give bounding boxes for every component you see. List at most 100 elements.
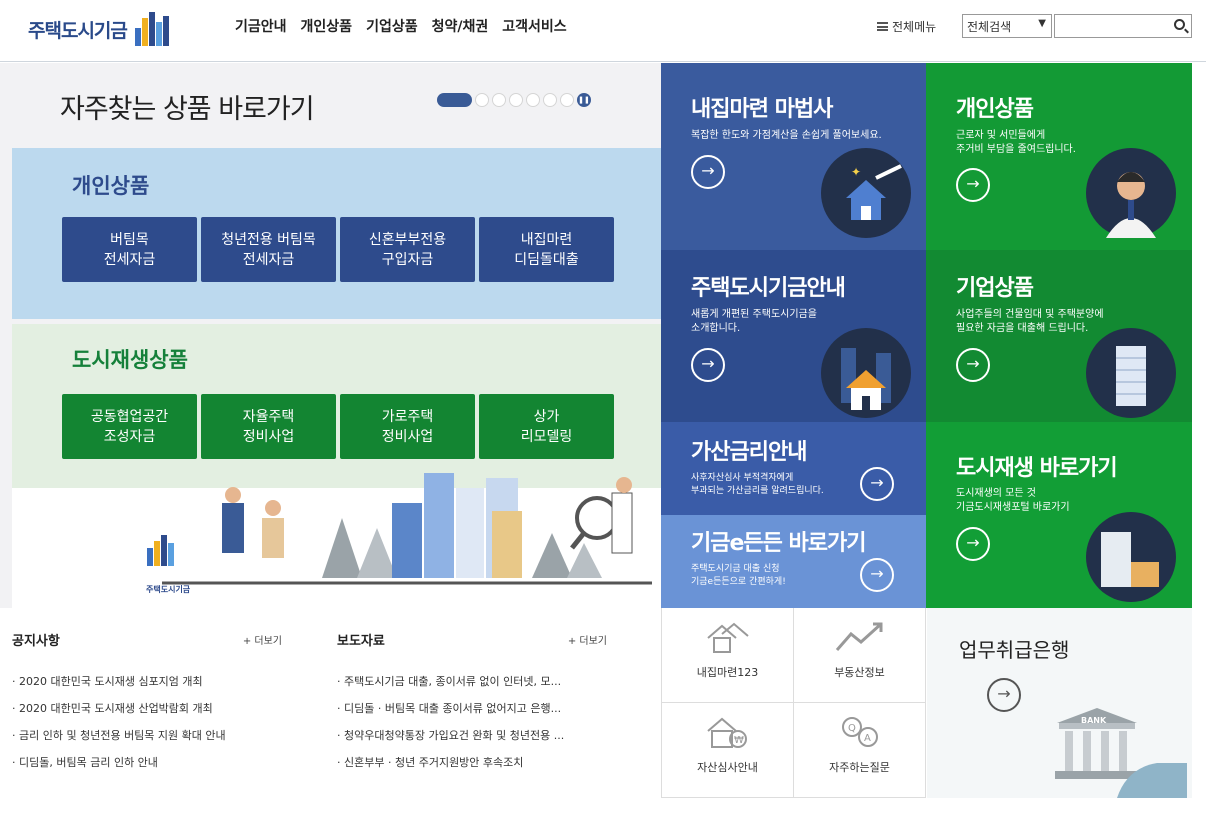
pause-icon[interactable]: ❚❚ [577, 93, 591, 107]
product-button[interactable]: 공동협업공간 조성자금 [62, 394, 197, 459]
pager-dot[interactable] [543, 93, 557, 107]
search-icon[interactable] [1174, 19, 1185, 30]
tile-personal-products[interactable]: 개인상품 근로자 및 서민들에게 주거비 부담을 줄여드립니다. → [926, 63, 1192, 250]
arrow-right-icon[interactable]: → [956, 168, 990, 202]
quick-links: 내집마련123 부동산정보 ₩ 자산심사안내 QA 자주하는질문 [661, 608, 926, 798]
tile-additional-rate[interactable]: 가산금리안내 사후자산심사 부적격자에게 부과되는 가산금리를 알려드립니다. → [661, 422, 926, 515]
money-house-icon: ₩ [706, 717, 747, 748]
search-input[interactable] [1054, 14, 1192, 38]
quick-label: 자주하는질문 [829, 761, 890, 774]
favorites-section: 자주찾는 상품 바로가기 ❚❚ 개인상품 버팀목 전세자금 청년전용 버팀목 전세자… [0, 63, 661, 608]
tile-desc: 도시재생의 모든 것 기금도시재생포털 바로가기 [956, 487, 1070, 515]
logo-text: 주택도시기금 [28, 19, 128, 42]
tile-corporate-products[interactable]: 기업상품 사업주들의 건물임대 및 주택분양에 필요한 자금을 대출해 드립니다.… [926, 250, 1192, 422]
tile-fund-guide[interactable]: 주택도시기금안내 새롭게 개편된 주택도시기금을 소개합니다. → [661, 250, 926, 422]
nav-personal[interactable]: 개인상품 [301, 16, 353, 36]
notice-more-link[interactable]: + 더보기 [243, 632, 282, 647]
pager-dot[interactable] [526, 93, 540, 107]
arrow-right-icon[interactable]: → [691, 155, 725, 189]
product-button[interactable]: 신혼부부전용구입자금 [340, 217, 475, 282]
nav-customer[interactable]: 고객서비스 [502, 16, 566, 36]
tile-title: 내집마련 마법사 [691, 97, 833, 122]
all-menu-button[interactable]: 전체메뉴 [877, 18, 936, 35]
tile-desc-line: 필요한 자금을 대출해 드립니다. [956, 323, 1089, 334]
svg-text:₩: ₩ [734, 735, 744, 746]
tile-title: 기금e든든 바로가기 [691, 531, 867, 556]
tile-desc-line: 사업주들의 건물임대 및 주택분양에 [956, 309, 1104, 320]
product-button[interactable]: 자율주택정비사업 [201, 394, 336, 459]
regeneration-building-icon [1086, 512, 1176, 602]
nav-subscription[interactable]: 청약/채권 [432, 16, 489, 36]
quick-faq[interactable]: QA 자주하는질문 [794, 703, 926, 798]
quick-real-estate[interactable]: 부동산정보 [794, 608, 926, 703]
tile-desc-line: 근로자 및 서민들에게 [956, 130, 1046, 141]
list-item[interactable]: 디딤돌 · 버팀목 대출 종이서류 없어지고 은행... [337, 700, 607, 727]
product-label: 버팀목 [110, 231, 149, 248]
product-label: 상가 [533, 408, 560, 425]
tile-desc-line: 도시재생의 모든 것 [956, 488, 1036, 499]
svg-text:Q: Q [848, 723, 856, 734]
nav-corporate[interactable]: 기업상품 [366, 16, 418, 36]
partner-banks-panel[interactable]: 업무취급은행 → BANK [927, 608, 1192, 798]
arrow-right-icon[interactable]: → [956, 348, 990, 382]
list-item[interactable]: 금리 인하 및 청년전용 버팀목 지원 확대 안내 [12, 727, 302, 754]
list-item[interactable]: 2020 대한민국 도시재생 심포지엄 개최 [12, 673, 302, 700]
quick-label: 내집마련123 [696, 666, 759, 679]
product-label: 전세자금 [242, 251, 295, 268]
site-logo[interactable]: 주택도시기금 [28, 12, 171, 46]
notice-list: 2020 대한민국 도시재생 심포지엄 개최 2020 대한민국 도시재생 산업… [12, 673, 302, 781]
pager-dot[interactable] [475, 93, 489, 107]
tile-desc-line: 새롭게 개편된 주택도시기금을 [691, 309, 817, 320]
product-label: 정비사업 [242, 428, 295, 445]
arrow-right-icon[interactable]: → [987, 678, 1021, 712]
list-item[interactable]: 2020 대한민국 도시재생 산업박람회 개최 [12, 700, 302, 727]
list-item[interactable]: 디딤돌, 버팀목 금리 인하 안내 [12, 754, 302, 781]
svg-text:A: A [864, 733, 871, 744]
tile-urban-regeneration[interactable]: 도시재생 바로가기 도시재생의 모든 것 기금도시재생포털 바로가기 → [926, 422, 1192, 608]
pager-dot[interactable] [509, 93, 523, 107]
product-label: 청년전용 버팀목 [221, 231, 316, 248]
quick-home123[interactable]: 내집마련123 [662, 608, 794, 703]
tile-desc: 복잡한 한도와 가점계산을 손쉽게 풀어보세요. [691, 130, 882, 141]
city-illustration [12, 473, 661, 608]
product-label: 조성자금 [103, 428, 156, 445]
tile-desc-line: 부과되는 가산금리를 알려드립니다. [691, 486, 824, 496]
list-item[interactable]: 청약우대청약통장 가입요건 완화 및 청년전용 ... [337, 727, 607, 754]
press-more-link[interactable]: + 더보기 [568, 632, 607, 647]
product-label: 구입자금 [381, 251, 434, 268]
product-button[interactable]: 청년전용 버팀목전세자금 [201, 217, 336, 282]
all-menu-label: 전체메뉴 [892, 20, 937, 34]
arrow-right-icon[interactable]: → [691, 348, 725, 382]
product-button[interactable]: 가로주택 정비사업 [340, 394, 475, 459]
tile-edeun[interactable]: 기금e든든 바로가기 주택도시기금 대출 신청 기금e든든으로 간편하게! → [661, 515, 926, 608]
list-item[interactable]: 신혼부부 · 청년 주거지원방안 후속조치 [337, 754, 607, 781]
arrow-right-icon[interactable]: → [860, 558, 894, 592]
arrow-right-icon[interactable]: → [956, 527, 990, 561]
arrow-right-icon[interactable]: → [860, 467, 894, 501]
building-icon [1086, 328, 1176, 418]
tile-home-wizard[interactable]: 내집마련 마법사 복잡한 한도와 가점계산을 손쉽게 풀어보세요. → ✦ [661, 63, 926, 250]
bank-building-icon [1055, 708, 1187, 798]
pager-active[interactable] [437, 93, 472, 107]
product-label: 자율주택 [242, 408, 295, 425]
list-item[interactable]: 주택도시기금 대출, 종이서류 없이 인터넷, 모... [337, 673, 607, 700]
product-button[interactable]: 버팀목 전세자금 [62, 217, 197, 282]
search-scope-select[interactable]: 전체검색 ▼ [962, 14, 1052, 38]
carousel-pager: ❚❚ [437, 93, 591, 107]
quick-asset-review[interactable]: ₩ 자산심사안내 [662, 703, 794, 798]
product-label: 신혼부부전용 [368, 231, 447, 248]
tile-desc: 사업주들의 건물임대 및 주택분양에필요한 자금을 대출해 드립니다. [956, 308, 1104, 336]
svg-text:✦: ✦ [851, 165, 861, 179]
tile-desc-line: 기금e든든으로 간편하게! [691, 577, 786, 587]
quick-label: 자산심사안내 [697, 761, 758, 774]
pager-dot[interactable] [560, 93, 574, 107]
product-button[interactable]: 상가 리모델링 [479, 394, 614, 459]
product-button[interactable]: 내집마련 디딤돌대출 [479, 217, 614, 282]
tile-title: 개인상품 [956, 97, 1034, 122]
menu-icon [877, 22, 888, 31]
nav-fund-info[interactable]: 기금안내 [235, 16, 287, 36]
logo-mark-icon [133, 12, 171, 46]
pager-dot[interactable] [492, 93, 506, 107]
magic-house-icon: ✦ [821, 148, 911, 238]
chevron-down-icon: ▼ [1038, 18, 1046, 29]
